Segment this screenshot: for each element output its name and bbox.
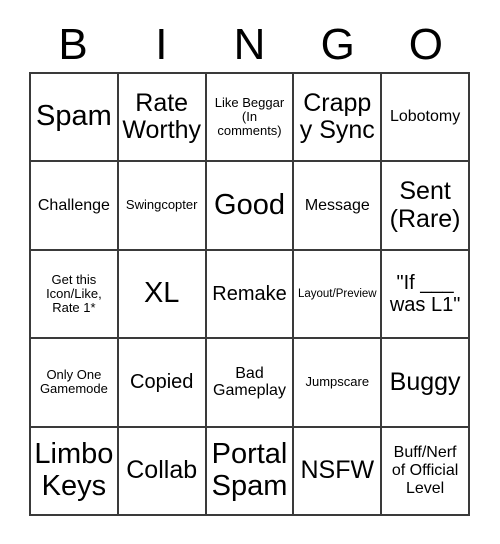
bingo-cell[interactable]: Limbo Keys xyxy=(31,427,119,517)
bingo-cell[interactable]: Like Beggar (In comments) xyxy=(206,74,295,163)
bingo-cell[interactable]: Buggy xyxy=(382,339,470,428)
bingo-header-letter-b: B xyxy=(58,20,88,69)
bingo-cell[interactable]: Message xyxy=(294,162,383,251)
bingo-header-letter-g: G xyxy=(320,20,355,69)
bingo-cell[interactable]: XL xyxy=(118,250,207,340)
bingo-cell-label: Swingcopter xyxy=(125,197,198,213)
bingo-row: Spam Rate Worthy Like Beggar (In comment… xyxy=(31,74,470,163)
bingo-cell-label: Sent (Rare) xyxy=(389,177,461,233)
bingo-cell-label: Crappy Sync xyxy=(299,88,375,145)
bingo-cell[interactable]: Buff/Nerf of Official Level xyxy=(382,427,470,517)
bingo-cell[interactable]: Remake xyxy=(206,250,295,340)
bingo-card: B I N G O Spam Rate Worthy Like Beggar (… xyxy=(0,0,500,544)
bingo-cell-label: "If ___ was L1" xyxy=(389,272,461,317)
bingo-cell-label: Layout/Preview xyxy=(297,287,377,300)
bingo-cell[interactable]: Spam xyxy=(31,74,119,163)
bingo-row: Limbo Keys Collab Portal Spam NSFW Buff/… xyxy=(31,427,470,517)
bingo-cell-label: Lobotomy xyxy=(389,108,461,126)
bingo-cell-label: Spam xyxy=(36,100,112,133)
bingo-header-letter-o: O xyxy=(408,20,444,69)
bingo-cell-label: Jumpscare xyxy=(305,374,370,390)
bingo-cell[interactable]: Jumpscare xyxy=(294,339,383,428)
bingo-row: Only One Gamemode Copied Bad Gameplay Ju… xyxy=(31,339,470,428)
bingo-cell[interactable]: Challenge xyxy=(31,162,119,251)
bingo-cell-label: Only One Gamemode xyxy=(39,367,108,397)
bingo-cell-label: Copied xyxy=(130,371,194,394)
bingo-cell[interactable]: Collab xyxy=(118,427,207,517)
bingo-cell[interactable]: Rate Worthy xyxy=(118,74,207,163)
bingo-cell[interactable]: Good xyxy=(206,162,295,251)
bingo-header: B I N G O xyxy=(29,18,470,72)
bingo-cell[interactable]: Copied xyxy=(118,339,207,428)
bingo-row: Get this Icon/Like, Rate 1* XL Remake La… xyxy=(31,250,470,340)
bingo-cell-label: Like Beggar (In comments) xyxy=(214,94,285,139)
bingo-cell-label: Buggy xyxy=(389,367,461,396)
bingo-cell[interactable]: Only One Gamemode xyxy=(31,339,119,428)
bingo-cell[interactable]: Crappy Sync xyxy=(294,74,383,163)
bingo-cell[interactable]: "If ___ was L1" xyxy=(382,250,470,340)
bingo-cell[interactable]: Get this Icon/Like, Rate 1* xyxy=(31,250,119,340)
bingo-cell-label: Good xyxy=(214,188,285,221)
bingo-cell[interactable]: NSFW xyxy=(294,427,383,517)
bingo-cell-label: Buff/Nerf of Official Level xyxy=(391,444,459,497)
bingo-cell[interactable]: Portal Spam xyxy=(206,427,295,517)
bingo-cell-label: Challenge xyxy=(37,196,110,214)
bingo-cell[interactable]: Lobotomy xyxy=(382,74,470,163)
bingo-cell-label: XL xyxy=(143,277,180,310)
bingo-row: Challenge Swingcopter Good Message Sent … xyxy=(31,162,470,251)
bingo-cell-label: Portal Spam xyxy=(211,437,288,502)
bingo-cell-label: Get this Icon/Like, Rate 1* xyxy=(46,271,102,316)
bingo-header-letter-i: I xyxy=(155,20,168,69)
bingo-header-letter-n: N xyxy=(233,20,266,69)
bingo-cell-label: Collab xyxy=(126,456,198,485)
bingo-cell-label: Message xyxy=(304,196,370,214)
bingo-cell[interactable]: Sent (Rare) xyxy=(382,162,470,251)
bingo-cell-label: NSFW xyxy=(300,456,375,485)
bingo-cell[interactable]: Layout/Preview xyxy=(294,250,383,340)
bingo-cell-label: Bad Gameplay xyxy=(213,364,286,400)
bingo-cell[interactable]: Swingcopter xyxy=(118,162,207,251)
bingo-cell[interactable]: Bad Gameplay xyxy=(206,339,295,428)
bingo-cell-label: Limbo Keys xyxy=(34,437,114,502)
bingo-cell-label: Rate Worthy xyxy=(122,88,202,145)
bingo-grid: Spam Rate Worthy Like Beggar (In comment… xyxy=(29,72,470,517)
bingo-cell-label: Remake xyxy=(212,283,287,306)
